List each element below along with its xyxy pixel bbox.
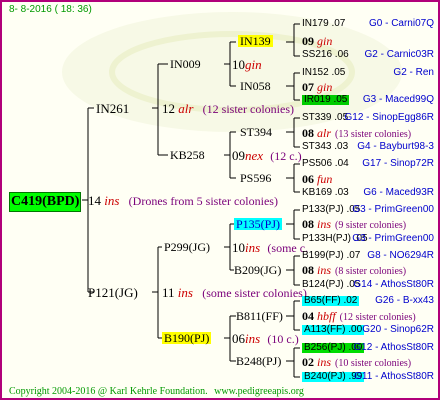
ancestor-line-tag: G3 - PrimGreen00 — [352, 233, 434, 244]
mating-mark: fun — [317, 172, 333, 186]
queen-st394[interactable]: ST394 — [240, 126, 272, 138]
ancestor-name[interactable]: A113(FF) .00 — [302, 325, 365, 335]
ancestor-name[interactable]: B124(PJ) .05 — [302, 280, 360, 290]
ancestor-line-tag: G20 - Sinop62R — [362, 324, 434, 335]
mating-year: 02 — [302, 355, 317, 369]
root-queen[interactable]: C419(BPD) — [9, 192, 82, 212]
queen-in058[interactable]: IN058 — [240, 80, 271, 92]
mating-year: 08 — [302, 263, 317, 277]
root-year: 14 — [88, 193, 101, 208]
ancestor-line-tag: G4 - Bayburt98-3 — [357, 141, 434, 152]
b190-mating: 06ins (10 c.) — [232, 331, 299, 346]
mating-year: 06 — [302, 172, 317, 186]
ancestor-mating: 08 ins (9 sister colonies) — [302, 218, 406, 231]
ancestor-mating: 07 gin — [302, 81, 332, 93]
copyright-text: Copyright 2004-2016 @ Karl Kehrle Founda… — [9, 386, 208, 397]
ancestor-line-tag: G12 - AthosSt80R — [353, 342, 434, 353]
in009-mating: 10gin — [232, 57, 262, 72]
in261-mating: 12 alr (12 sister colonies) — [162, 101, 294, 116]
root-note: (Drones from 5 sister colonies) — [128, 194, 278, 208]
ancestor-name[interactable]: B199(PJ) .07 — [302, 251, 360, 261]
queen-in261[interactable]: IN261 — [96, 102, 129, 115]
ancestor-name[interactable]: ST339 .05 — [302, 113, 348, 123]
ancestor-name[interactable]: IN179 .07 — [302, 19, 345, 29]
queen-p135[interactable]: P135(PJ) — [234, 218, 283, 230]
mating-mark: alr — [317, 126, 332, 140]
ancestor-name[interactable]: PS506 .04 — [302, 159, 349, 169]
mating-mark: ins — [317, 217, 332, 231]
ancestor-name[interactable]: IN152 .05 — [302, 68, 345, 78]
mating-mark: gin — [317, 34, 333, 48]
ancestor-line-tag: G12 - SinopEgg86R — [344, 112, 434, 123]
queen-b209[interactable]: B209(JG) — [234, 264, 281, 276]
ancestor-mating: 06 fun — [302, 173, 332, 185]
mating-year: 07 — [302, 80, 317, 94]
ancestor-line-tag: G3 - Maced99Q — [362, 94, 434, 105]
ancestor-mating: 04 hbff (12 sister colonies) — [302, 310, 416, 323]
mating-note: (12 sister colonies) — [339, 312, 416, 323]
queen-b248[interactable]: B248(PJ) — [236, 355, 281, 367]
ancestor-name[interactable]: IR019 .05 — [302, 95, 350, 105]
mating-note: (9 sister colonies) — [335, 220, 407, 231]
kb258-mating: 09nex (12 c.) — [232, 148, 302, 163]
queen-in139[interactable]: IN139 — [238, 35, 273, 47]
queen-kb258[interactable]: KB258 — [170, 149, 205, 161]
mating-mark: gin — [317, 80, 333, 94]
mating-year: 09 — [302, 34, 317, 48]
pedigree-frame: 8- 8-2016 ( 18: 36) Copyright 2004-2016 … — [0, 0, 440, 400]
mating-mark: hbff — [317, 309, 336, 323]
ancestor-line-tag: G14 - AthosSt80R — [353, 279, 434, 290]
ancestor-line-tag: G11 - AthosSt80R — [354, 371, 434, 382]
mating-year: 08 — [302, 217, 317, 231]
mating-year: 08 — [302, 126, 317, 140]
queen-ps596[interactable]: PS596 — [240, 172, 271, 184]
queen-b190[interactable]: B190(PJ) — [162, 332, 212, 344]
ancestor-line-tag: G17 - Sinop72R — [362, 158, 434, 169]
mating-mark: ins — [317, 355, 332, 369]
ancestor-name[interactable]: SS216 .06 — [302, 50, 349, 60]
ancestor-name[interactable]: ST343 .03 — [302, 142, 348, 152]
ancestor-name[interactable]: B65(FF) .02 — [302, 296, 360, 306]
root-mark: ins — [104, 193, 120, 208]
p121-mating: 11 ins (some sister colonies) — [162, 285, 307, 300]
ancestor-name[interactable]: KB169 .03 — [302, 188, 349, 198]
mating-note: (10 sister colonies) — [335, 358, 412, 369]
mating-year: 04 — [302, 309, 317, 323]
ancestor-mating: 02 ins (10 sister colonies) — [302, 356, 411, 369]
report-date: 8- 8-2016 ( 18: 36) — [9, 4, 92, 15]
mating-mark: ins — [317, 263, 332, 277]
site-link[interactable]: www.pedigreeapis.org — [214, 386, 304, 397]
ancestor-mating: 08 alr (13 sister colonies) — [302, 127, 411, 140]
queen-b811[interactable]: B811(FF) — [236, 310, 283, 322]
ancestor-line-tag: G2 - Ren — [393, 67, 434, 78]
ancestor-line-tag: G6 - Maced93R — [363, 187, 434, 198]
queen-in009[interactable]: IN009 — [170, 58, 201, 70]
root-mating: 14 ins (Drones from 5 sister colonies) — [88, 194, 278, 207]
ancestor-line-tag: G8 - NO6294R — [367, 250, 434, 261]
ancestor-line-tag: G2 - Carnic03R — [364, 49, 434, 60]
ancestor-mating: 09 gin — [302, 35, 332, 47]
ancestor-line-tag: G0 - Carni07Q — [368, 18, 434, 29]
mating-note: (8 sister colonies) — [335, 266, 407, 277]
queen-p121[interactable]: P121(JG) — [88, 286, 138, 299]
p299-mating: 10ins (some c. — [232, 240, 309, 255]
footer-copyright: Copyright 2004-2016 @ Karl Kehrle Founda… — [9, 387, 304, 397]
queen-p299[interactable]: P299(JG) — [164, 241, 210, 253]
ancestor-mating: 08 ins (8 sister colonies) — [302, 264, 406, 277]
ancestor-line-tag: G3 - PrimGreen00 — [352, 204, 434, 215]
mating-note: (13 sister colonies) — [335, 129, 412, 140]
ancestor-line-tag: G26 - B-xx43 — [375, 295, 434, 306]
